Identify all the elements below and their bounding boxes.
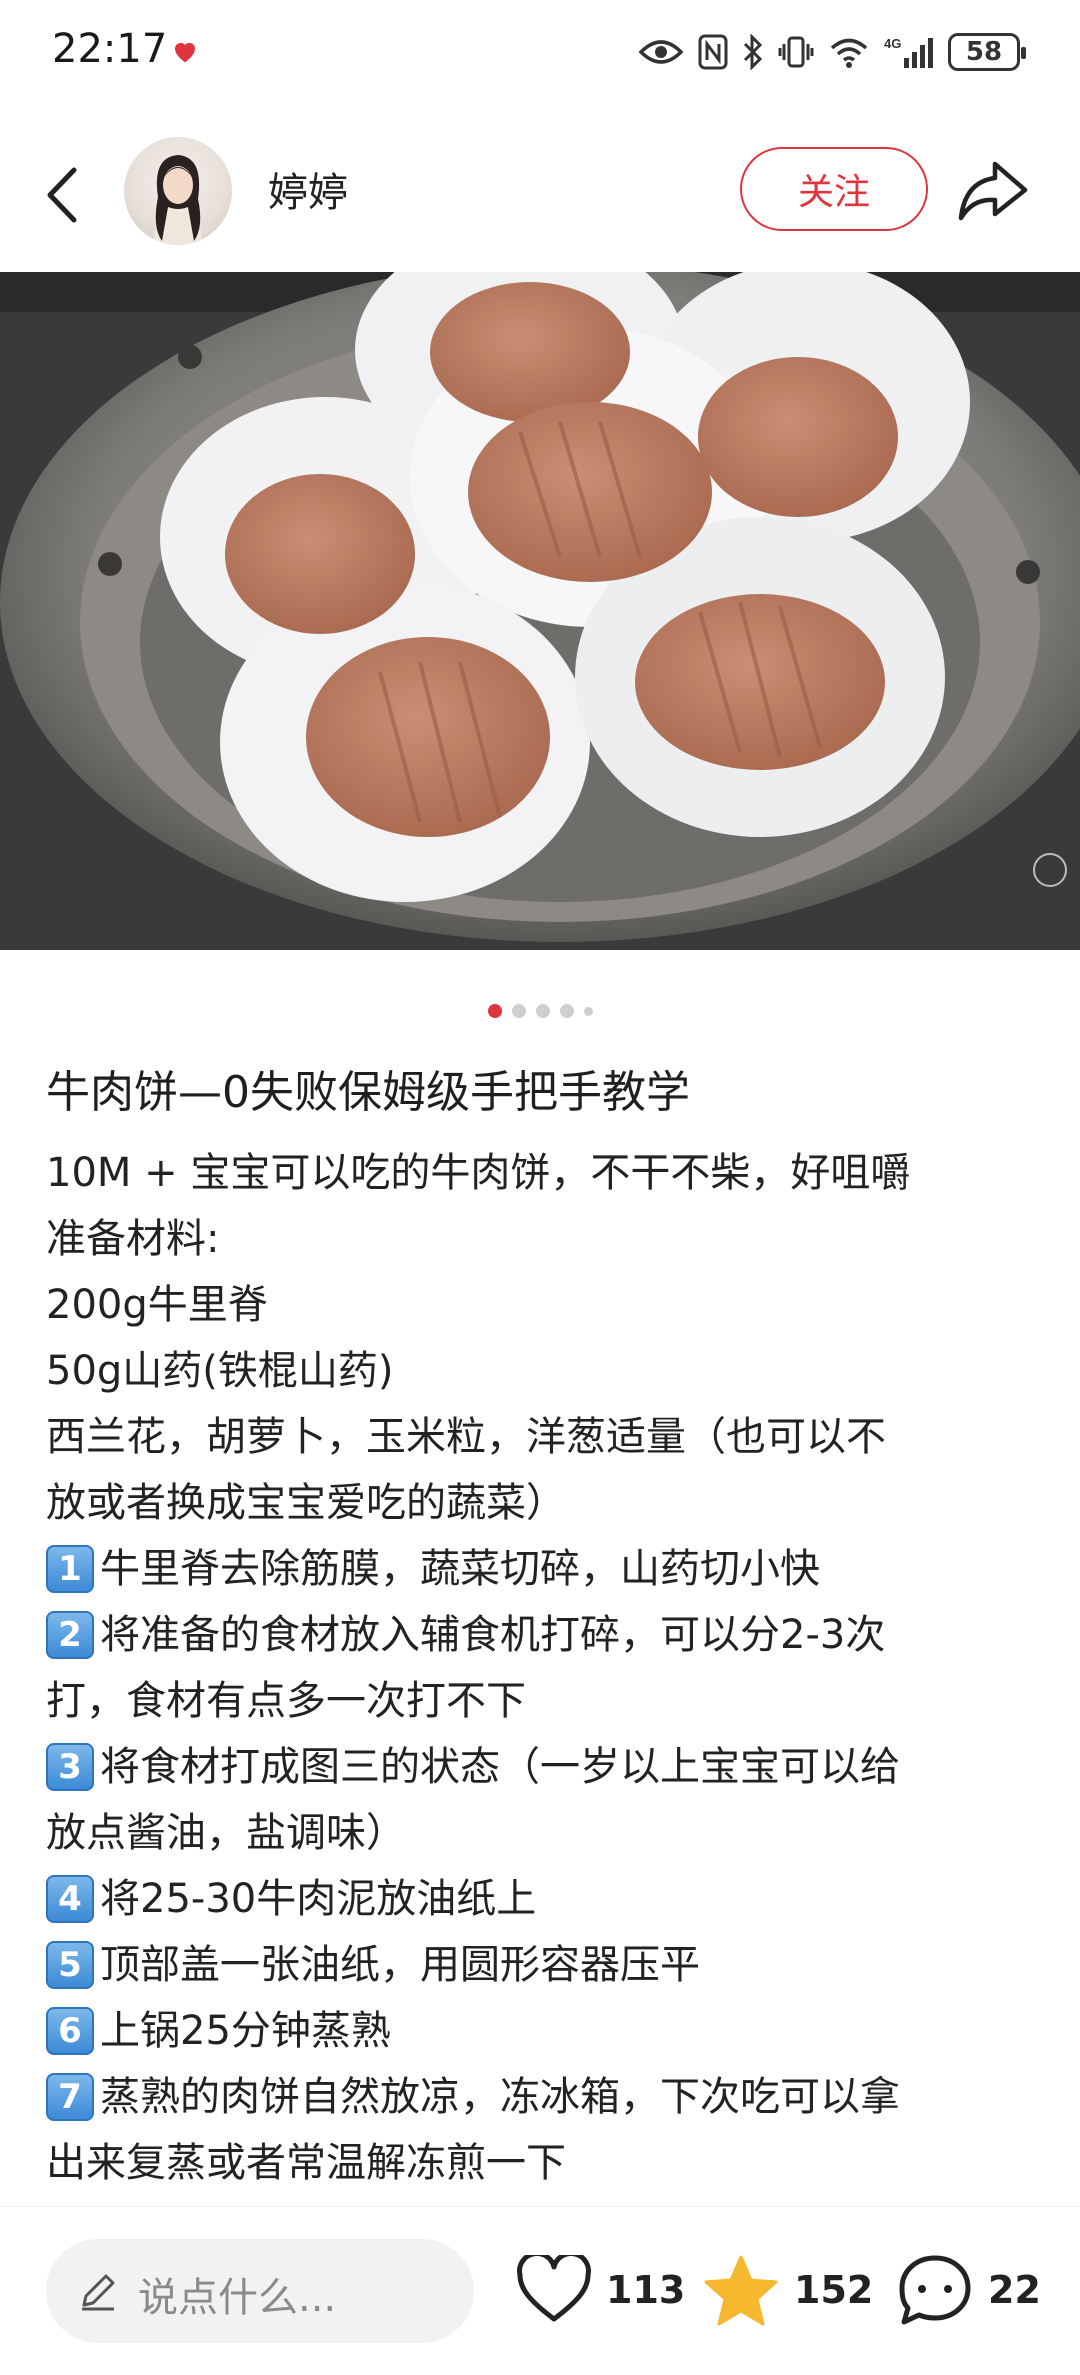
carousel-dot [559,1004,574,1018]
step-text: 顶部盖一张油纸，用圆形容器压平 [100,1942,700,1988]
step-number-badge: 6 [46,2007,94,2055]
step-text: 将25-30牛肉泥放油纸上 [100,1876,537,1922]
bluetooth-icon [743,34,763,70]
avatar-image [154,155,202,245]
body-line: 放或者换成宝宝爱吃的蔬菜） [46,1470,1036,1536]
step-number-badge: 2 [46,1611,94,1659]
comment-placeholder: 说点什么... [138,2275,337,2321]
wifi-icon [830,38,868,68]
post-title: 牛肉饼—0失败保姆级手把手教学 [46,1067,690,1118]
like-count: 113 [606,2268,686,2312]
step-line: 7 蒸熟的肉饼自然放凉，冻冰箱，下次吃可以拿 [46,2064,1036,2130]
step-line: 5 顶部盖一张油纸，用圆形容器压平 [46,1932,1036,1998]
nfc-icon [698,34,728,70]
vibrate-icon [778,36,814,68]
step-line: 3 将食材打成图三的状态（一岁以上宝宝可以给 [46,1734,1036,1800]
body-line: 出来复蒸或者常温解冻煎一下 [46,2130,1036,2196]
favorite-button[interactable]: 152 [702,2245,873,2335]
body-text: 放点酱油，盐调味） [46,1810,406,1856]
body-text: 50g山药(铁棍山药) [46,1348,394,1394]
step-number-badge: 3 [46,1743,94,1791]
favorite-count: 152 [794,2268,874,2312]
carousel-dot [535,1004,550,1018]
comment-input[interactable]: 说点什么... [46,2239,474,2343]
steamer-patties-image [0,272,1080,950]
status-icons: 4G 58 [638,30,1026,74]
step-text: 将食材打成图三的状态（一岁以上宝宝可以给 [100,1744,900,1790]
body-line: 打，食材有点多一次打不下 [46,1668,1036,1734]
svg-text:4G: 4G [884,36,901,51]
post-body: 10M + 宝宝可以吃的牛肉饼，不干不柴，好咀嚼 准备材料: 200g牛里脊 5… [46,1140,1036,2196]
step-text: 蒸熟的肉饼自然放凉，冻冰箱，下次吃可以拿 [100,2074,900,2120]
step-number-badge: 4 [46,1875,94,1923]
body-line: 10M + 宝宝可以吃的牛肉饼，不干不柴，好咀嚼 [46,1140,1036,1206]
eye-icon [638,40,684,64]
username[interactable]: 婷婷 [268,160,348,218]
step-number-badge: 1 [46,1545,94,1593]
battery-icon: 58 [948,33,1026,71]
step-line: 4 将25-30牛肉泥放油纸上 [46,1866,1036,1932]
step-number-badge: 5 [46,1941,94,1989]
step-line: 2 将准备的食材放入辅食机打碎，可以分2-3次 [46,1602,1036,1668]
star-icon [704,2255,778,2326]
step-text: 牛里脊去除筋膜，蔬菜切碎，山药切小快 [100,1546,820,1592]
status-time: 22:17 [52,26,168,72]
carousel-dot [487,1004,502,1018]
carousel-dot [583,1006,593,1016]
body-line: 准备材料: [46,1206,1036,1272]
heart-outline-icon [517,2255,591,2322]
body-text: 出来复蒸或者常温解冻煎一下 [46,2140,566,2186]
post-header: 婷婷 关注 [0,120,1080,260]
bottom-action-bar: 说点什么... 113 152 22 [0,2206,1080,2375]
pencil-icon [82,2274,115,2311]
step-text: 上锅25分钟蒸熟 [100,2008,391,2054]
carousel-dot [511,1004,526,1018]
back-arrow-icon[interactable] [38,160,88,230]
comment-button[interactable]: 22 [896,2245,1041,2335]
post-photo[interactable] [0,272,1080,950]
body-text: 打，食材有点多一次打不下 [46,1678,526,1724]
comment-count: 22 [988,2268,1041,2312]
body-text: 10M + 宝宝可以吃的牛肉饼，不干不柴，好咀嚼 [46,1150,911,1196]
body-text: 200g牛里脊 [46,1282,268,1328]
battery-level: 58 [965,37,1003,67]
body-text: 准备材料: [46,1216,220,1262]
body-line: 西兰花，胡萝卜，玉米粒，洋葱适量（也可以不 [46,1404,1036,1470]
like-button[interactable]: 113 [516,2245,685,2335]
heart-icon [175,42,195,63]
step-number-badge: 7 [46,2073,94,2121]
avatar[interactable] [124,137,232,245]
body-line: 放点酱油，盐调味） [46,1800,1036,1866]
status-bar: 22:17 4G 58 [0,0,1080,110]
share-icon[interactable] [955,156,1031,226]
step-line: 1 牛里脊去除筋膜，蔬菜切碎，山药切小快 [46,1536,1036,1602]
signal-4g-icon: 4G [884,36,933,68]
body-line: 200g牛里脊 [46,1272,1036,1338]
step-line: 6 上锅25分钟蒸熟 [46,1998,1036,2064]
follow-button[interactable]: 关注 [740,147,928,231]
body-line: 50g山药(铁棍山药) [46,1338,1036,1404]
body-text: 西兰花，胡萝卜，玉米粒，洋葱适量（也可以不 [46,1414,886,1460]
comment-bubble-icon [899,2255,971,2325]
body-text: 放或者换成宝宝爱吃的蔬菜） [46,1480,566,1526]
carousel-indicator [0,1003,1080,1019]
step-text: 将准备的食材放入辅食机打碎，可以分2-3次 [100,1612,886,1658]
